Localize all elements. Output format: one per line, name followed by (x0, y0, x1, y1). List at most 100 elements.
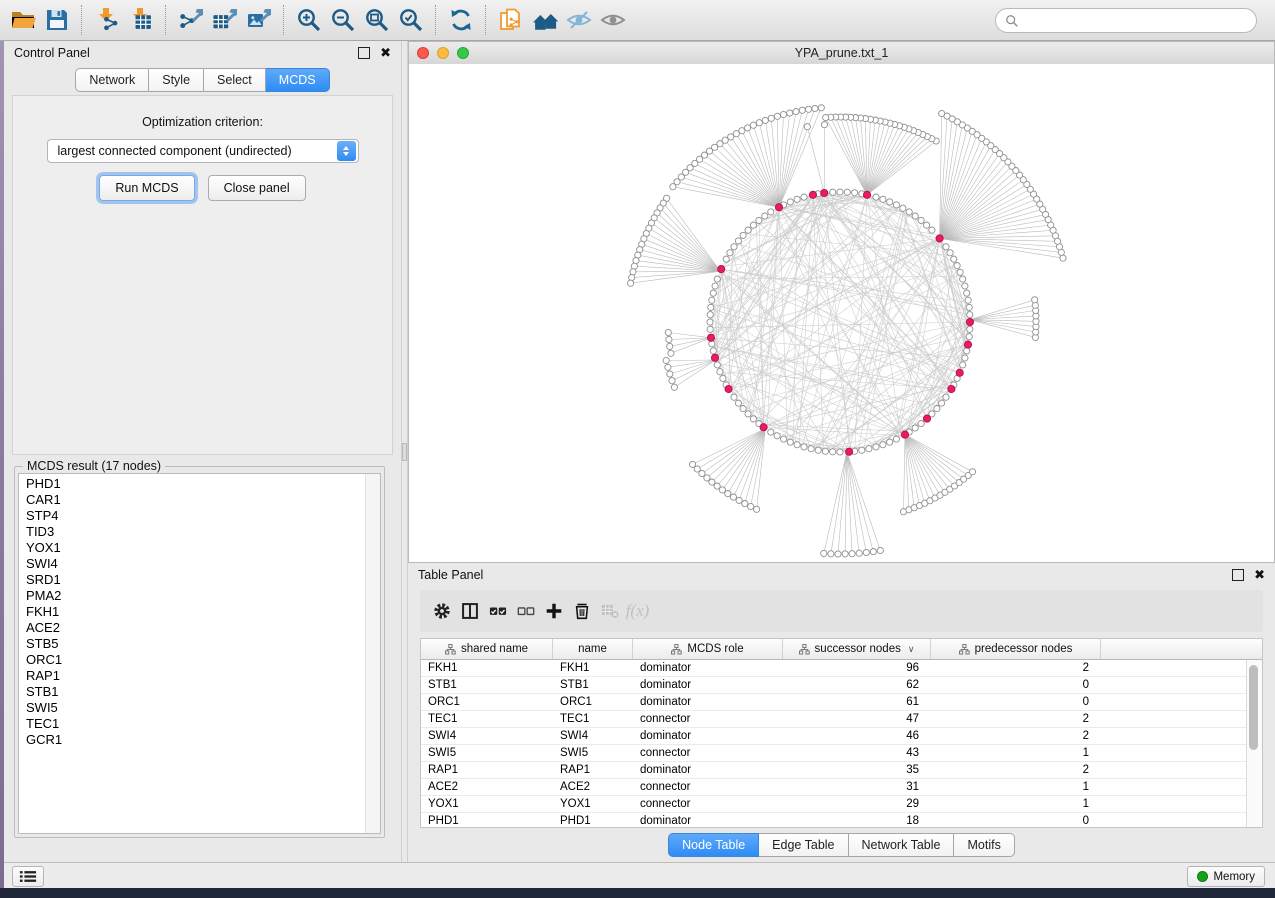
first-neighbors-button[interactable] (528, 3, 562, 37)
table-cell: 0 (931, 815, 1101, 827)
tab-motifs[interactable]: Motifs (954, 833, 1014, 857)
float-panel-icon[interactable] (358, 47, 370, 59)
column-header-predecessor-nodes[interactable]: predecessor nodes (931, 639, 1101, 659)
list-item[interactable]: ORC1 (19, 652, 365, 668)
tab-style[interactable]: Style (149, 68, 204, 92)
network-canvas[interactable] (409, 64, 1274, 562)
table-row[interactable]: SWI4SWI4dominator462 (421, 728, 1262, 745)
tab-network[interactable]: Network (75, 68, 149, 92)
list-item[interactable]: PHD1 (19, 476, 365, 492)
table-row[interactable]: TEC1TEC1connector472 (421, 711, 1262, 728)
zoom-in-button[interactable] (292, 3, 326, 37)
import-table-button[interactable] (124, 3, 158, 37)
mcds-list-scrollbar[interactable] (365, 474, 380, 833)
float-table-panel-icon[interactable] (1232, 569, 1244, 581)
list-item[interactable]: SRD1 (19, 572, 365, 588)
zoom-fit-icon (364, 7, 390, 33)
column-header-MCDS-role[interactable]: MCDS role (633, 639, 783, 659)
task-history-button[interactable] (12, 866, 44, 887)
select-all-button[interactable] (485, 599, 510, 624)
list-item[interactable]: SWI4 (19, 556, 365, 572)
list-item[interactable]: RAP1 (19, 668, 365, 684)
list-item[interactable]: ACE2 (19, 620, 365, 636)
table-row[interactable]: FKH1FKH1dominator962 (421, 660, 1262, 677)
tab-network-table[interactable]: Network Table (849, 833, 955, 857)
close-panel-icon[interactable]: ✖ (380, 48, 391, 58)
table-cell: ORC1 (421, 696, 553, 708)
search-input[interactable] (1024, 10, 1256, 32)
delete-column-button[interactable] (569, 599, 594, 624)
list-item[interactable]: TID3 (19, 524, 365, 540)
splitter-grip[interactable] (402, 443, 407, 461)
column-header-name[interactable]: name (553, 639, 633, 659)
column-header-shared-name[interactable]: shared name (421, 639, 553, 659)
close-panel-button[interactable]: Close panel (208, 175, 306, 201)
show-all-button[interactable] (596, 3, 630, 37)
save-session-button[interactable] (40, 3, 74, 37)
export-image-button[interactable] (242, 3, 276, 37)
optimization-criterion-select[interactable]: largest connected component (undirected) (47, 139, 359, 163)
table-row[interactable]: STB1STB1dominator620 (421, 677, 1262, 694)
table-cell: 29 (783, 798, 931, 810)
table-scrollbar-thumb[interactable] (1249, 665, 1258, 750)
function-builder-button[interactable]: f(x) (625, 599, 650, 624)
close-table-panel-icon[interactable]: ✖ (1254, 570, 1265, 580)
column-visibility-button[interactable] (457, 599, 482, 624)
network-nodes (628, 105, 1067, 557)
import-network-button[interactable] (90, 3, 124, 37)
network-graph[interactable] (409, 64, 1274, 562)
list-item[interactable]: PMA2 (19, 588, 365, 604)
list-item[interactable]: SWI5 (19, 700, 365, 716)
search-box[interactable] (995, 8, 1257, 33)
column-header-successor-nodes[interactable]: successor nodes∨ (783, 639, 931, 659)
list-item[interactable]: STP4 (19, 508, 365, 524)
list-icon (19, 870, 37, 883)
table-settings-button[interactable] (429, 599, 454, 624)
table-scrollbar[interactable] (1246, 660, 1262, 827)
table-cell: ORC1 (553, 696, 633, 708)
control-panel-title: Control Panel (14, 46, 90, 60)
table-row[interactable]: ORC1ORC1dominator610 (421, 694, 1262, 711)
network-window-titlebar[interactable]: YPA_prune.txt_1 (409, 42, 1274, 65)
deselect-all-button[interactable] (513, 599, 538, 624)
mcds-result-list[interactable]: PHD1CAR1STP4TID3YOX1SWI4SRD1PMA2FKH1ACE2… (18, 473, 381, 834)
tab-mcds[interactable]: MCDS (266, 68, 330, 92)
list-item[interactable]: TEC1 (19, 716, 365, 732)
table-row[interactable]: SWI5SWI5connector431 (421, 745, 1262, 762)
open-file-button[interactable] (6, 3, 40, 37)
delete-table-button[interactable] (597, 599, 622, 624)
list-item[interactable]: STB1 (19, 684, 365, 700)
zoom-fit-button[interactable] (360, 3, 394, 37)
run-mcds-button[interactable]: Run MCDS (99, 175, 194, 201)
list-item[interactable]: GCR1 (19, 732, 365, 748)
list-item[interactable]: CAR1 (19, 492, 365, 508)
table-row[interactable]: RAP1RAP1dominator352 (421, 762, 1262, 779)
zoom-selected-button[interactable] (394, 3, 428, 37)
tab-edge-table[interactable]: Edge Table (759, 833, 848, 857)
hide-selected-button[interactable] (562, 3, 596, 37)
toolbar-separator (485, 5, 487, 35)
panel-splitter[interactable] (401, 41, 408, 862)
refresh-view-button[interactable] (444, 3, 478, 37)
first-neighbors-icon (532, 7, 558, 33)
list-item[interactable]: YOX1 (19, 540, 365, 556)
table-cell: connector (633, 713, 783, 725)
zoom-out-button[interactable] (326, 3, 360, 37)
status-bar: Memory (4, 862, 1275, 888)
column-header-filler (1101, 639, 1262, 659)
table-cell: 2 (931, 730, 1101, 742)
node-table[interactable]: shared namenameMCDS rolesuccessor nodes∨… (420, 638, 1263, 828)
table-row[interactable]: ACE2ACE2connector311 (421, 779, 1262, 796)
duplicate-network-button[interactable] (494, 3, 528, 37)
tab-node-table[interactable]: Node Table (668, 833, 759, 857)
list-item[interactable]: STB5 (19, 636, 365, 652)
add-column-button[interactable] (541, 599, 566, 624)
export-table-button[interactable] (208, 3, 242, 37)
list-item[interactable]: FKH1 (19, 604, 365, 620)
table-row[interactable]: PHD1PHD1dominator180 (421, 813, 1262, 828)
toolbar-separator (81, 5, 83, 35)
export-network-button[interactable] (174, 3, 208, 37)
memory-button[interactable]: Memory (1187, 866, 1265, 887)
tab-select[interactable]: Select (204, 68, 266, 92)
table-row[interactable]: YOX1YOX1connector291 (421, 796, 1262, 813)
